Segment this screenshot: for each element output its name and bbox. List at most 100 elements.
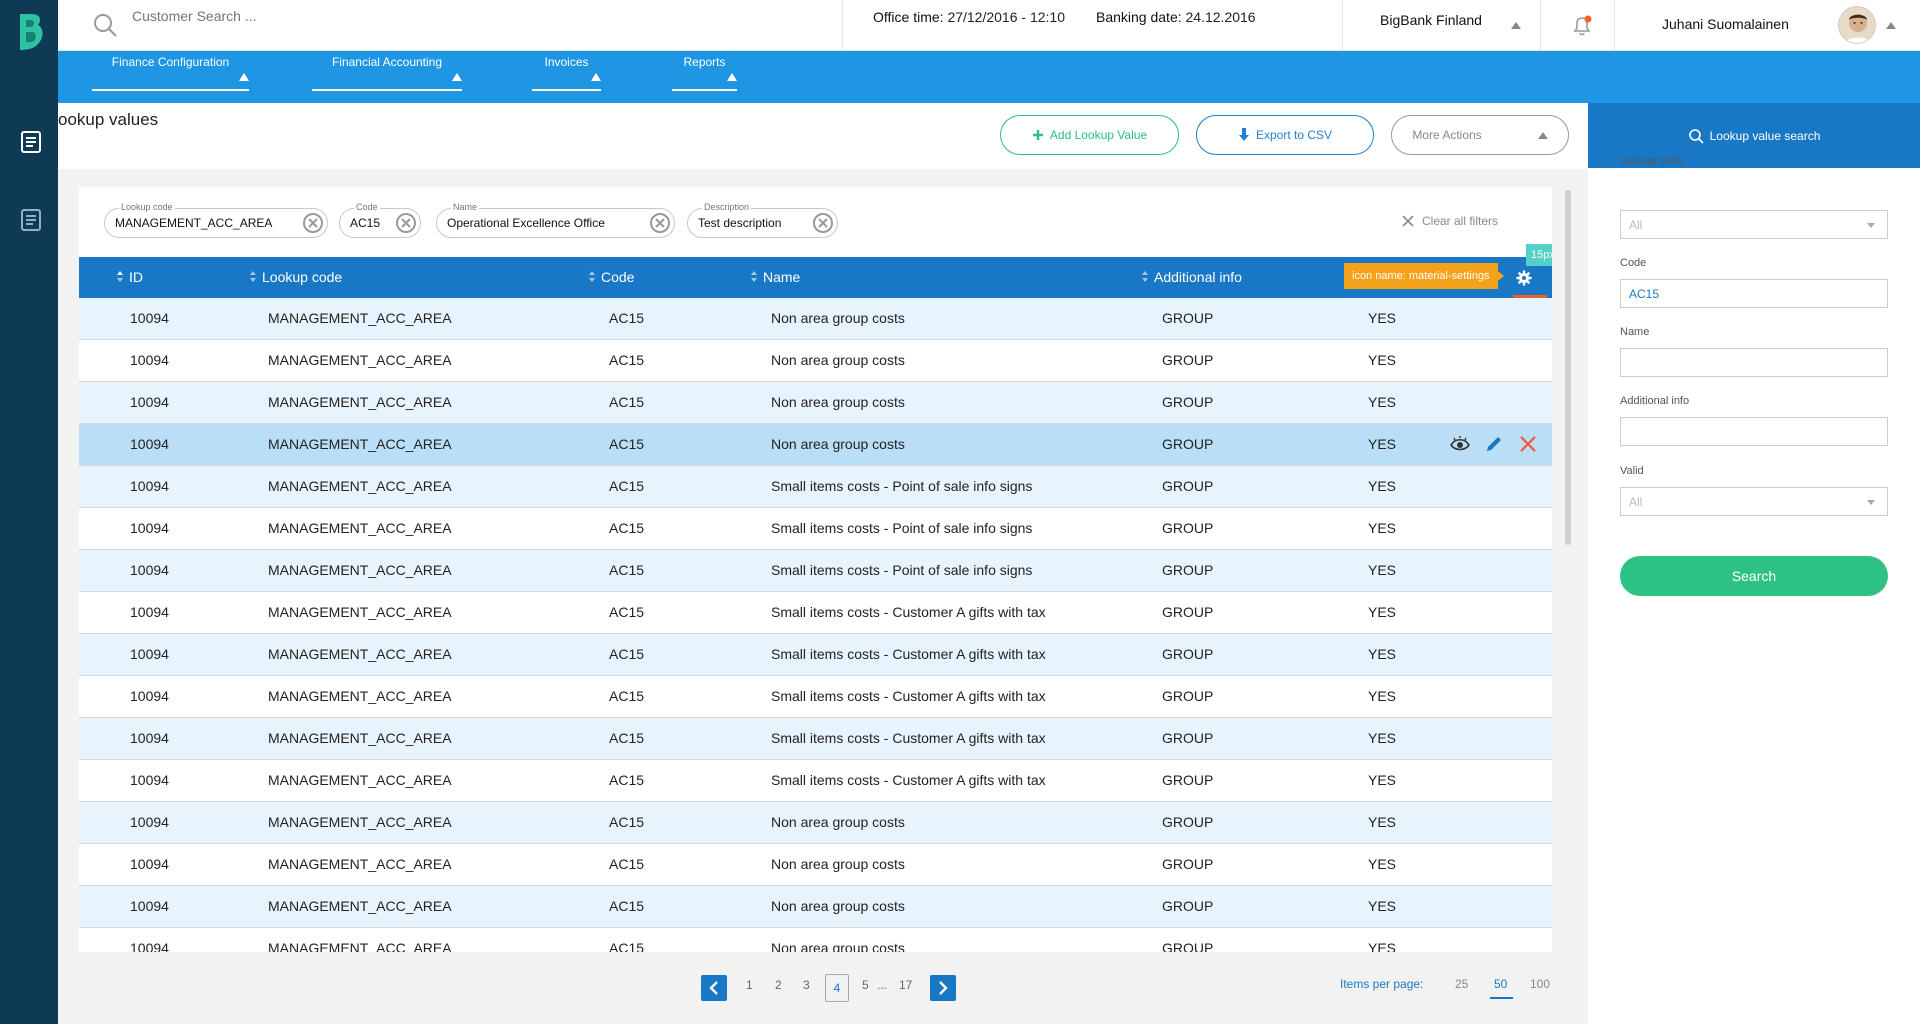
cell-name: Non area group costs	[771, 394, 905, 410]
table-row[interactable]: 10094 MANAGEMENT_ACC_AREA AC15 Small items …	[79, 466, 1552, 508]
column-header-lookup-code[interactable]: Lookup code	[250, 269, 342, 285]
delete-icon[interactable]	[1517, 433, 1539, 455]
table-row[interactable]: 10094 MANAGEMENT_ACC_AREA AC15 Non area gro…	[79, 424, 1552, 466]
page-link-2[interactable]: 2	[775, 978, 782, 992]
items-per-page-25[interactable]: 25	[1455, 977, 1468, 991]
code-field[interactable]: AC15	[1620, 279, 1888, 308]
search-icon[interactable]	[92, 12, 118, 38]
page-link-last[interactable]: 17	[899, 978, 912, 992]
name-field[interactable]	[1620, 348, 1888, 377]
document-list-icon[interactable]	[20, 130, 42, 154]
avatar[interactable]	[1838, 6, 1876, 44]
column-header-name[interactable]: Name	[751, 269, 800, 285]
cell-additional-info: GROUP	[1162, 688, 1214, 704]
items-per-page-label: Items per page:	[1340, 977, 1424, 991]
table-row[interactable]: 10094 MANAGEMENT_ACC_AREA AC15 Non area gro…	[79, 886, 1552, 928]
notification-bell-icon[interactable]	[1570, 14, 1594, 38]
chevron-up-icon[interactable]	[1886, 22, 1896, 29]
cell-additional-info: GROUP	[1162, 772, 1214, 788]
cell-id: 10094	[130, 688, 169, 704]
settings-icon[interactable]	[1516, 270, 1532, 286]
scrollbar[interactable]	[1565, 190, 1571, 545]
items-per-page-50[interactable]: 50	[1494, 977, 1507, 991]
table-row[interactable]: 10094 MANAGEMENT_ACC_AREA AC15 Small items …	[79, 634, 1552, 676]
sort-icon	[751, 271, 757, 283]
remove-filter-icon[interactable]	[396, 213, 416, 233]
column-header-id[interactable]: ID	[117, 269, 143, 285]
filter-chip-name[interactable]: Name Operational Excellence Office	[436, 202, 675, 238]
cell-valid: YES	[1368, 394, 1397, 410]
edit-icon[interactable]	[1483, 433, 1505, 455]
lookup-code-select[interactable]: All	[1620, 210, 1888, 239]
cell-lookup-code: MANAGEMENT_ACC_AREA	[268, 688, 452, 704]
top-bar: Office time: 27/12/2016 - 12:10 Banking …	[58, 0, 1920, 51]
table-row[interactable]: 10094 MANAGEMENT_ACC_AREA AC15 Non area gro…	[79, 382, 1552, 424]
chevron-up-icon	[239, 73, 249, 81]
cell-lookup-code: MANAGEMENT_ACC_AREA	[268, 352, 452, 368]
table-row[interactable]: 10094 MANAGEMENT_ACC_AREA AC15 Non area gro…	[79, 928, 1552, 952]
customer-search-input[interactable]	[132, 8, 432, 24]
document-icon[interactable]	[20, 208, 42, 232]
cell-additional-info: GROUP	[1162, 604, 1214, 620]
column-header-additional-info[interactable]: Additional info	[1142, 269, 1242, 285]
table-row[interactable]: 10094 MANAGEMENT_ACC_AREA AC15 Non area gro…	[79, 802, 1552, 844]
page-link-1[interactable]: 1	[746, 978, 753, 992]
page-link-current[interactable]: 4	[825, 974, 849, 1002]
valid-select[interactable]: All	[1620, 487, 1888, 516]
nav-underline	[532, 89, 601, 91]
cell-id: 10094	[130, 856, 169, 872]
filter-chip-code[interactable]: Code AC15	[339, 202, 421, 238]
cell-valid: YES	[1368, 856, 1397, 872]
export-csv-button[interactable]: Export to CSV	[1196, 115, 1374, 155]
table-row[interactable]: 10094 MANAGEMENT_ACC_AREA AC15 Small items …	[79, 508, 1552, 550]
table-row[interactable]: 10094 MANAGEMENT_ACC_AREA AC15 Small items …	[79, 760, 1552, 802]
table-row[interactable]: 10094 MANAGEMENT_ACC_AREA AC15 Non area gro…	[79, 298, 1552, 340]
nav-invoices[interactable]: Invoices	[532, 51, 601, 91]
cell-code: AC15	[609, 352, 645, 368]
nav-label: Invoices	[544, 55, 589, 69]
bank-selector[interactable]: BigBank Finland	[1380, 12, 1482, 28]
remove-filter-icon[interactable]	[650, 213, 670, 233]
table-row[interactable]: 10094 MANAGEMENT_ACC_AREA AC15 Small items …	[79, 718, 1552, 760]
valid-label: Valid	[1620, 465, 1644, 477]
cell-code: AC15	[609, 772, 645, 788]
previous-page-button[interactable]	[701, 975, 727, 1001]
cell-lookup-code: MANAGEMENT_ACC_AREA	[268, 856, 452, 872]
clear-all-filters-button[interactable]: Clear all filters	[1402, 214, 1498, 228]
table-row[interactable]: 10094 MANAGEMENT_ACC_AREA AC15 Non area gro…	[79, 844, 1552, 886]
filter-value: AC15	[350, 216, 381, 230]
download-arrow-icon	[1238, 128, 1249, 141]
nav-financial-accounting[interactable]: Financial Accounting	[312, 51, 462, 91]
additional-info-field[interactable]	[1620, 417, 1888, 446]
filter-value: MANAGEMENT_ACC_AREA	[115, 216, 273, 230]
items-per-page-100[interactable]: 100	[1530, 977, 1550, 991]
cell-id: 10094	[130, 478, 169, 494]
nav-finance-configuration[interactable]: Finance Configuration	[92, 51, 249, 91]
table-row[interactable]: 10094 MANAGEMENT_ACC_AREA AC15 Non area gro…	[79, 340, 1552, 382]
remove-filter-icon[interactable]	[813, 213, 833, 233]
app-logo	[20, 14, 43, 50]
more-actions-button[interactable]: More Actions	[1391, 115, 1569, 155]
cell-lookup-code: MANAGEMENT_ACC_AREA	[268, 646, 452, 662]
chevron-up-icon[interactable]	[1511, 22, 1521, 29]
filter-chip-lookup-code[interactable]: Lookup code MANAGEMENT_ACC_AREA	[104, 202, 328, 238]
table-row[interactable]: 10094 MANAGEMENT_ACC_AREA AC15 Small items …	[79, 676, 1552, 718]
cell-valid: YES	[1368, 520, 1397, 536]
cell-name: Non area group costs	[771, 898, 905, 914]
scrollbar-thumb[interactable]	[1565, 190, 1571, 545]
page-link-5[interactable]: 5	[862, 978, 869, 992]
table-row[interactable]: 10094 MANAGEMENT_ACC_AREA AC15 Small items …	[79, 592, 1552, 634]
add-lookup-value-button[interactable]: Add Lookup Value	[1000, 115, 1179, 155]
page-link-3[interactable]: 3	[803, 978, 810, 992]
search-button[interactable]: Search	[1620, 556, 1888, 596]
remove-filter-icon[interactable]	[303, 213, 323, 233]
view-icon[interactable]	[1449, 433, 1471, 455]
office-time-value: 27/12/2016 - 12:10	[947, 9, 1065, 25]
filter-chip-description[interactable]: Description Test description	[687, 202, 838, 238]
nav-reports[interactable]: Reports	[672, 51, 737, 91]
user-name[interactable]: Juhani Suomalainen	[1662, 16, 1789, 32]
column-header-code[interactable]: Code	[589, 269, 634, 285]
left-rail	[0, 0, 58, 1024]
table-row[interactable]: 10094 MANAGEMENT_ACC_AREA AC15 Small items …	[79, 550, 1552, 592]
next-page-button[interactable]	[930, 975, 956, 1001]
